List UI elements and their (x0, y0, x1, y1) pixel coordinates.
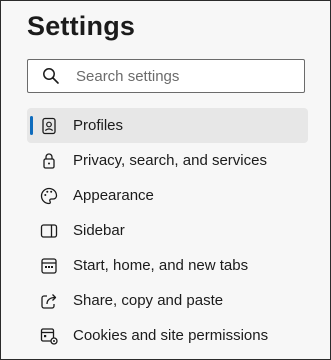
sidebar-item-start-home-tabs[interactable]: Start, home, and new tabs (27, 248, 308, 283)
sidebar-item-label: Privacy, search, and services (73, 152, 267, 169)
settings-nav: Profiles Privacy, search, and services A… (27, 108, 308, 353)
sidebar-item-cookies-permissions[interactable]: Cookies and site permissions (27, 318, 308, 353)
sidebar-icon (39, 221, 59, 241)
search-icon (42, 67, 60, 85)
sidebar-item-share-copy-paste[interactable]: Share, copy and paste (27, 283, 308, 318)
sidebar-item-label: Sidebar (73, 222, 125, 239)
sidebar-item-label: Profiles (73, 117, 124, 134)
search-input[interactable]: Search settings (27, 59, 305, 93)
settings-panel: Settings Search settings Profiles Privac… (0, 0, 331, 360)
selected-indicator (30, 116, 33, 135)
sidebar-item-profiles[interactable]: Profiles (27, 108, 308, 143)
sidebar-item-label: Start, home, and new tabs (73, 257, 249, 274)
profile-icon (39, 116, 59, 136)
sidebar-item-label: Appearance (73, 187, 154, 204)
sidebar-item-label: Cookies and site permissions (73, 327, 269, 344)
lock-icon (39, 151, 59, 171)
palette-icon (39, 186, 59, 206)
cookies-permissions-icon (39, 326, 59, 346)
page-title: Settings (27, 11, 136, 41)
sidebar-item-privacy[interactable]: Privacy, search, and services (27, 143, 308, 178)
sidebar-item-label: Share, copy and paste (73, 292, 224, 309)
home-tabs-icon (39, 256, 59, 276)
search-placeholder: Search settings (76, 68, 180, 85)
sidebar-item-sidebar[interactable]: Sidebar (27, 213, 308, 248)
sidebar-item-appearance[interactable]: Appearance (27, 178, 308, 213)
share-icon (39, 291, 59, 311)
